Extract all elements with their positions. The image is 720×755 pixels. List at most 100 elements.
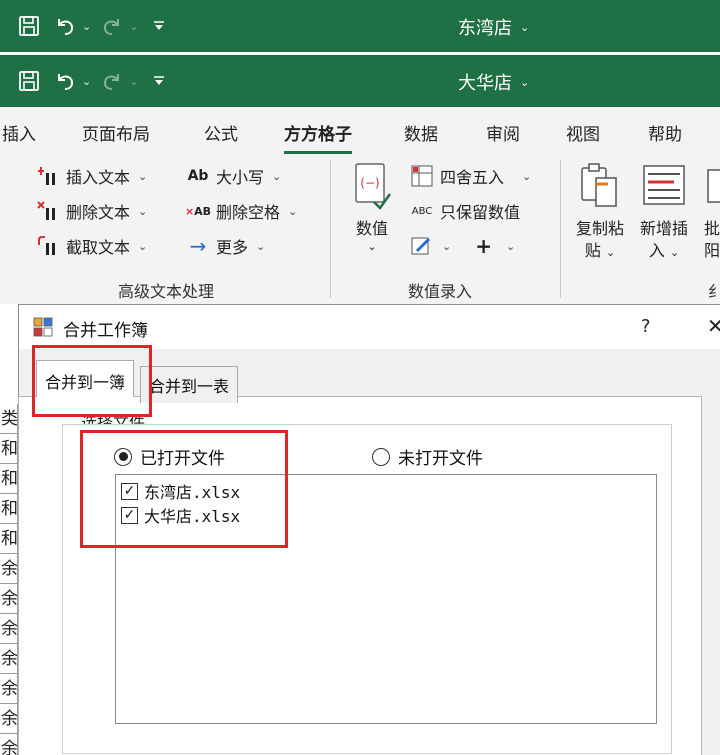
more-button[interactable]: → 更多 ⌄ xyxy=(186,234,266,258)
copy-paste-button[interactable]: 复制粘贴 ⌄ xyxy=(576,162,624,264)
tab-fangfanggezi[interactable]: 方方格子 xyxy=(284,120,352,154)
checkbox-checked-icon[interactable]: ✓ xyxy=(121,506,138,524)
tab-merge-to-one-sheet[interactable]: 合并到一表 xyxy=(140,366,239,403)
chevron-down-icon: ⌄ xyxy=(138,204,148,218)
tab-page-layout[interactable]: 页面布局 xyxy=(82,120,150,145)
keep-values-button[interactable]: ABC 只保留数值 xyxy=(410,199,520,223)
group-label-number: 数值录入 xyxy=(408,282,473,301)
sheet-cell[interactable]: 余 xyxy=(0,644,17,674)
value-button[interactable]: (−) 数值 ⌄ xyxy=(352,162,392,253)
window-titlebar-2: ⌄ ⌄ 大华店 ⌄ xyxy=(0,55,720,107)
tab-insert[interactable]: 插入 xyxy=(2,120,36,145)
workbook-title[interactable]: 大华店 ⌄ xyxy=(458,69,529,95)
tab-merge-to-one-book[interactable]: 合并到一簿 xyxy=(36,360,135,397)
sheet-cell[interactable]: 余 xyxy=(0,704,17,734)
ribbon: 插入文本 ⌄ 删除文本 ⌄ 截取文本 ⌄ Ab 大小写 ⌄ × AB 删除空格 ⌄ → 更多… xyxy=(0,154,720,304)
tab-view[interactable]: 视图 xyxy=(566,120,600,145)
chevron-down-icon: ⌄ xyxy=(138,239,148,253)
tab-review[interactable]: 审阅 xyxy=(486,120,520,145)
undo-dropdown-icon[interactable]: ⌄ xyxy=(82,75,91,88)
chevron-down-icon: ⌄ xyxy=(256,239,266,253)
sheet-cell[interactable]: 余 xyxy=(0,614,17,644)
sheet-column-fragment: 类和和和和余余余余余余余 xyxy=(0,404,18,755)
list-item[interactable]: ✓ 大华店.xlsx xyxy=(121,503,240,527)
save-icon[interactable] xyxy=(14,67,44,95)
sheet-cell[interactable]: 余 xyxy=(0,734,17,755)
remove-spaces-button[interactable]: × AB 删除空格 ⌄ xyxy=(184,199,298,223)
redo-icon[interactable] xyxy=(97,67,127,95)
dialog-title: 合并工作簿 xyxy=(63,321,148,341)
file-list[interactable]: ✓ 东湾店.xlsx ✓ 大华店.xlsx xyxy=(115,474,657,724)
edit-icon xyxy=(410,235,434,257)
svg-text:(−): (−) xyxy=(360,176,379,190)
delete-text-icon xyxy=(36,200,60,222)
chevron-down-icon: ⌄ xyxy=(520,20,530,34)
close-button[interactable]: ✕ xyxy=(707,314,720,338)
sheet-cell[interactable]: 类 xyxy=(0,404,17,434)
extract-text-icon xyxy=(36,235,60,257)
chevron-down-icon: ⌄ xyxy=(522,169,532,183)
insert-text-button[interactable]: 插入文本 ⌄ xyxy=(36,164,147,188)
add-insert-button[interactable]: 新增插入 ⌄ xyxy=(640,162,688,264)
round-icon xyxy=(410,165,434,187)
list-item[interactable]: ✓ 东湾店.xlsx xyxy=(121,479,240,503)
group-label-paste: 纟 xyxy=(708,282,720,301)
radio-unselected-icon xyxy=(372,447,390,466)
plus-icon[interactable]: + xyxy=(475,234,492,258)
help-button[interactable]: ? xyxy=(641,316,651,337)
sheet-cell[interactable]: 和 xyxy=(0,464,17,494)
chevron-down-icon: ⌄ xyxy=(272,169,282,183)
chevron-down-icon: ⌄ xyxy=(505,239,516,253)
batch-icon xyxy=(704,162,720,214)
save-icon[interactable] xyxy=(14,12,44,40)
sheet-cell[interactable]: 和 xyxy=(0,524,17,554)
sheet-cell[interactable]: 和 xyxy=(0,434,17,464)
customize-qat-icon[interactable] xyxy=(144,67,174,95)
checkbox-checked-icon[interactable]: ✓ xyxy=(121,482,138,500)
radio-unopened-files[interactable]: 未打开文件 xyxy=(372,444,483,469)
chevron-down-icon: ⌄ xyxy=(138,169,148,183)
quick-access-toolbar: ⌄ ⌄ xyxy=(14,67,174,95)
remove-spaces-icon: × AB xyxy=(184,204,212,218)
batch-button[interactable]: 批阳 xyxy=(704,162,720,262)
case-button[interactable]: Ab 大小写 ⌄ xyxy=(186,164,282,188)
groupbox-label: 选择文件 xyxy=(79,409,148,424)
redo-dropdown-icon[interactable]: ⌄ xyxy=(129,75,138,88)
quick-access-toolbar: ⌄ ⌄ xyxy=(14,12,174,40)
group-label-text: 高级文本处理 xyxy=(118,282,215,301)
window-titlebar-1: ⌄ ⌄ 东湾店 ⌄ xyxy=(0,0,720,55)
delete-text-button[interactable]: 删除文本 ⌄ xyxy=(36,199,147,223)
tab-data[interactable]: 数据 xyxy=(404,120,438,145)
app-icon xyxy=(33,317,53,337)
ribbon-tabs: 插入 页面布局 公式 方方格子 数据 审阅 视图 帮助 xyxy=(0,108,720,154)
extract-text-button[interactable]: 截取文本 ⌄ xyxy=(36,234,147,258)
sheet-cell[interactable]: 余 xyxy=(0,674,17,704)
chevron-down-icon: ⌄ xyxy=(288,204,298,218)
redo-dropdown-icon[interactable]: ⌄ xyxy=(129,20,138,33)
edit-format-button[interactable]: ⌄ + ⌄ xyxy=(410,234,515,258)
sheet-cell[interactable]: 余 xyxy=(0,554,17,584)
value-icon: (−) xyxy=(352,162,392,214)
chevron-down-icon: ⌄ xyxy=(442,239,452,253)
sheet-cell[interactable]: 和 xyxy=(0,494,17,524)
chevron-down-icon: ⌄ xyxy=(367,240,377,253)
tab-help[interactable]: 帮助 xyxy=(648,120,682,145)
sheet-cell[interactable]: 余 xyxy=(0,584,17,614)
radio-opened-files[interactable]: 已打开文件 xyxy=(114,444,225,469)
undo-icon[interactable] xyxy=(50,12,80,40)
workbook-title[interactable]: 东湾店 ⌄ xyxy=(458,14,529,40)
round-button[interactable]: 四舍五入 ⌄ xyxy=(410,164,531,188)
chevron-down-icon: ⌄ xyxy=(520,75,530,89)
undo-dropdown-icon[interactable]: ⌄ xyxy=(82,20,91,33)
customize-qat-icon[interactable] xyxy=(144,12,174,40)
radio-selected-icon xyxy=(114,447,132,466)
case-icon: Ab xyxy=(187,168,209,184)
tab-formulas[interactable]: 公式 xyxy=(204,120,238,145)
keep-values-icon: ABC xyxy=(411,205,433,217)
undo-icon[interactable] xyxy=(50,67,80,95)
redo-icon[interactable] xyxy=(97,12,127,40)
arrow-right-icon: → xyxy=(189,234,207,258)
insert-rows-icon xyxy=(640,162,688,214)
clipboard-icon xyxy=(578,162,622,214)
dialog-titlebar: 合并工作簿 ? ✕ xyxy=(19,305,720,349)
